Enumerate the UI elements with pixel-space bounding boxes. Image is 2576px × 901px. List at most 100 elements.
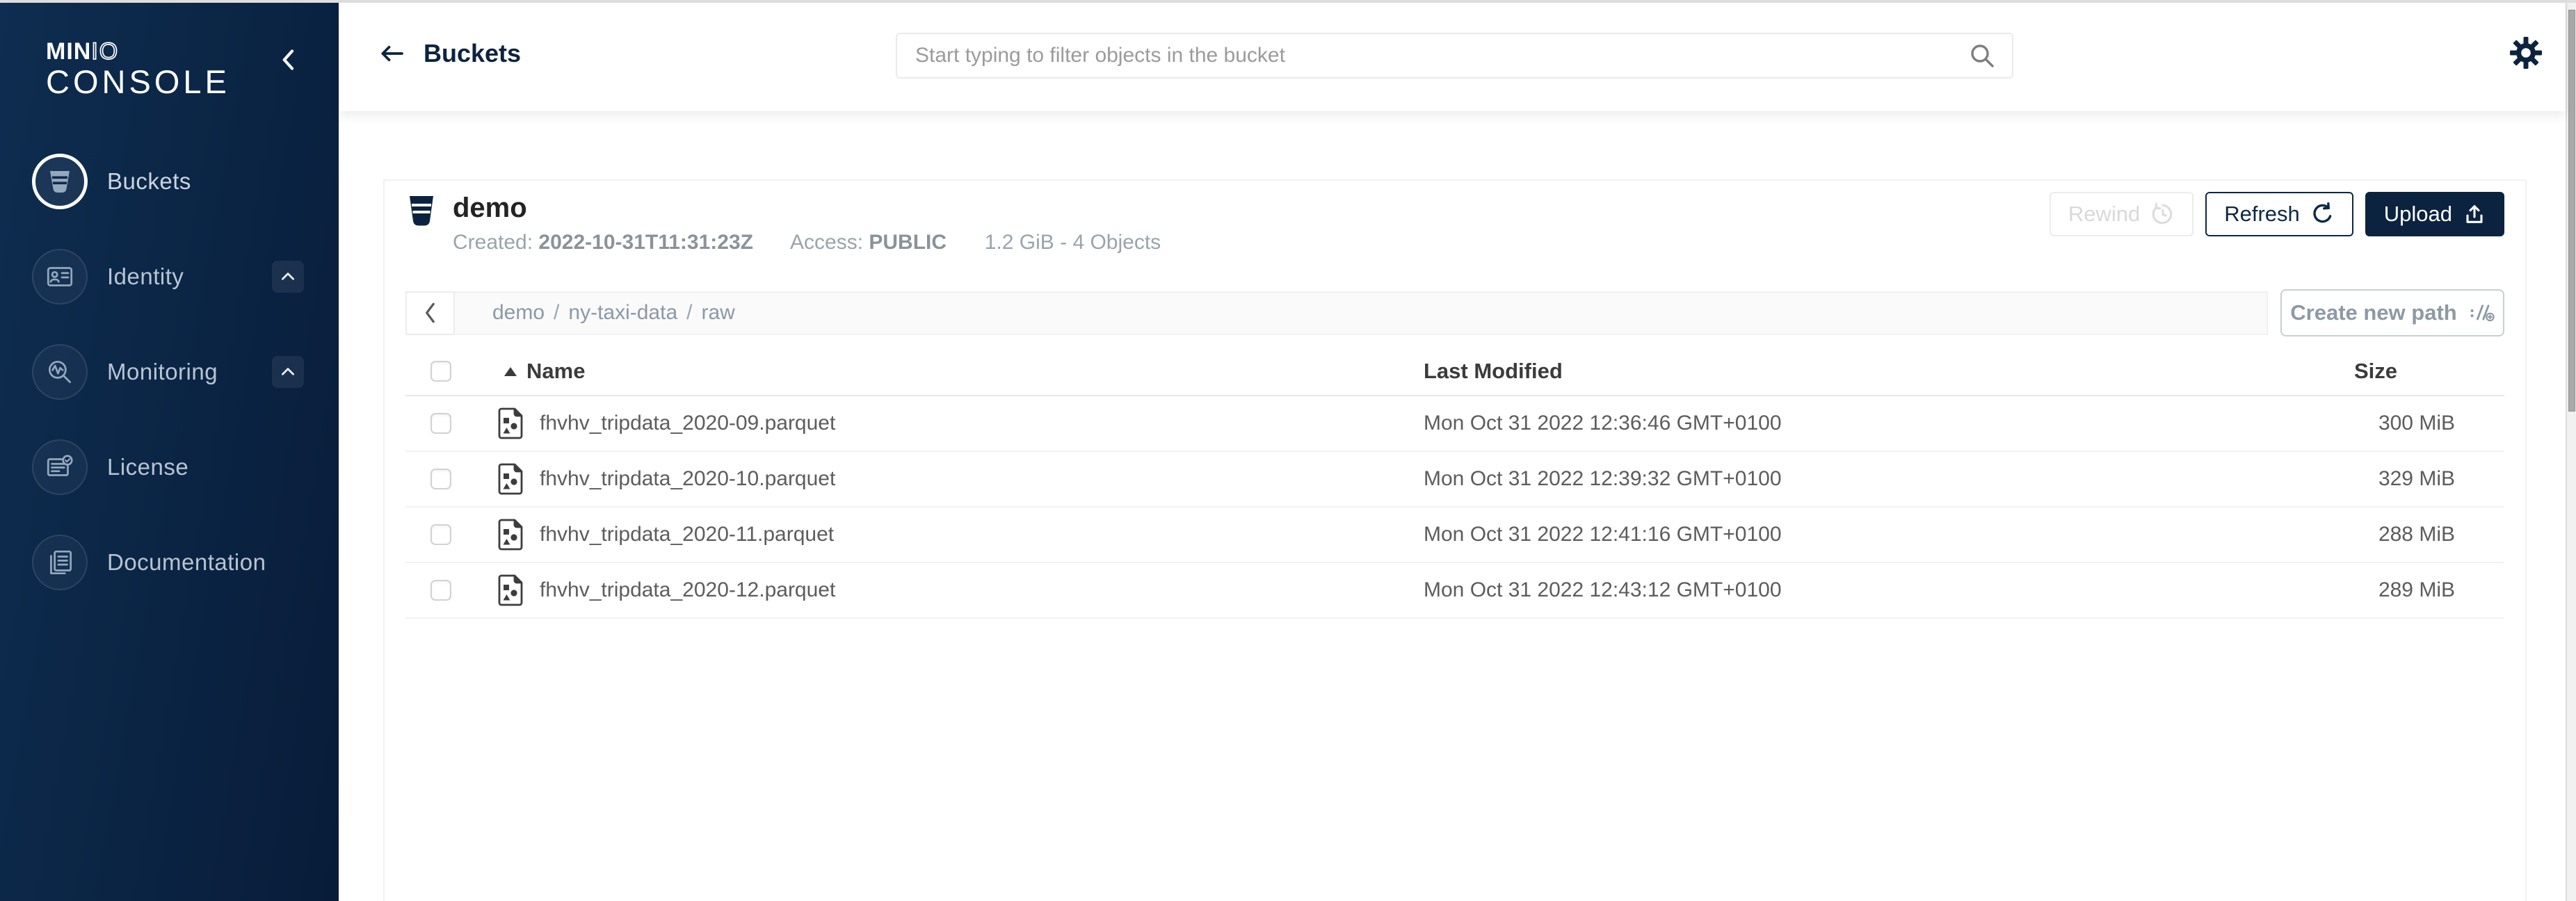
object-name[interactable]: fhvhv_tripdata_2020-12.parquet — [540, 578, 835, 602]
sort-asc-icon — [504, 367, 517, 376]
sidebar-item-buckets[interactable]: Buckets — [0, 148, 339, 215]
table-row[interactable]: fhvhv_tripdata_2020-10.parquet Mon Oct 3… — [405, 452, 2504, 508]
bucket-icon — [408, 195, 435, 227]
access-value: PUBLIC — [869, 231, 947, 254]
breadcrumb-segment[interactable]: ny-taxi-data — [568, 301, 677, 325]
sidebar-item-label: Buckets — [107, 168, 304, 195]
breadcrumb-separator: / — [686, 301, 692, 325]
object-last-modified: Mon Oct 31 2022 12:43:12 GMT+0100 — [1424, 578, 2171, 602]
chevron-left-icon — [278, 46, 299, 74]
column-header-name[interactable]: Name — [472, 359, 1424, 384]
scrollbar-thumb[interactable] — [2568, 10, 2575, 412]
row-checkbox[interactable] — [430, 580, 451, 601]
table-row[interactable]: fhvhv_tripdata_2020-11.parquet Mon Oct 3… — [405, 508, 2504, 563]
sidebar-item-identity[interactable]: Identity — [0, 243, 339, 310]
select-all-checkbox[interactable] — [430, 361, 451, 382]
arrow-left-icon — [378, 43, 405, 64]
sidebar-collapse-button[interactable] — [275, 46, 303, 74]
vertical-scrollbar — [2566, 3, 2576, 901]
object-size: 288 MiB — [2171, 523, 2504, 546]
created-value: 2022-10-31T11:31:23Z — [538, 231, 753, 254]
object-name[interactable]: fhvhv_tripdata_2020-10.parquet — [540, 467, 835, 491]
new-path-icon — [2470, 302, 2495, 323]
refresh-button[interactable]: Refresh — [2205, 192, 2353, 236]
breadcrumb-separator: / — [554, 301, 559, 325]
settings-button[interactable] — [2509, 36, 2543, 70]
path-back-button[interactable] — [405, 291, 455, 335]
bucket-icon — [32, 154, 88, 209]
breadcrumb: demo / ny-taxi-data / raw — [455, 291, 2268, 335]
sidebar: MINIO CONSOLE Buckets — [0, 3, 339, 901]
search-icon — [1967, 41, 1997, 70]
main-area: Buckets — [339, 3, 2566, 901]
object-size: 329 MiB — [2171, 467, 2504, 491]
parquet-file-icon — [497, 407, 524, 440]
object-name[interactable]: fhvhv_tripdata_2020-11.parquet — [540, 523, 834, 546]
chevron-up-icon[interactable] — [272, 261, 304, 293]
row-checkbox[interactable] — [430, 413, 451, 434]
bucket-actions: Rewind Refresh — [2050, 192, 2504, 236]
bucket-header: demo Created: 2022-10-31T11:31:23Z Acces… — [385, 181, 2525, 254]
rewind-clock-icon — [2151, 202, 2175, 226]
bucket-name: demo — [453, 192, 1161, 224]
rewind-label: Rewind — [2068, 202, 2140, 227]
table-header-row: Name Last Modified Size — [405, 348, 2504, 396]
bucket-browser-card: demo Created: 2022-10-31T11:31:23Z Acces… — [383, 179, 2527, 901]
documentation-icon — [32, 535, 88, 590]
monitoring-icon — [32, 344, 88, 400]
row-checkbox[interactable] — [430, 524, 451, 545]
gear-icon — [2509, 36, 2543, 70]
sidebar-menu: Buckets Identity — [0, 148, 339, 596]
object-size: 300 MiB — [2171, 412, 2504, 435]
sidebar-item-label: Documentation — [107, 549, 304, 576]
chevron-left-icon — [423, 301, 438, 325]
column-header-last-modified[interactable]: Last Modified — [1424, 359, 2171, 384]
chevron-up-icon[interactable] — [272, 356, 304, 388]
object-last-modified: Mon Oct 31 2022 12:36:46 GMT+0100 — [1424, 412, 2171, 435]
rewind-button[interactable]: Rewind — [2050, 192, 2193, 236]
page-title: Buckets — [424, 39, 521, 68]
table-row[interactable]: fhvhv_tripdata_2020-09.parquet Mon Oct 3… — [405, 396, 2504, 452]
object-name[interactable]: fhvhv_tripdata_2020-09.parquet — [540, 412, 835, 435]
parquet-file-icon — [497, 518, 524, 551]
breadcrumb-segment[interactable]: demo — [492, 301, 545, 325]
refresh-label: Refresh — [2224, 202, 2300, 227]
logo-min: MIN — [46, 38, 91, 65]
bucket-title-block: demo Created: 2022-10-31T11:31:23Z Acces… — [453, 192, 1161, 254]
sidebar-item-documentation[interactable]: Documentation — [0, 529, 339, 596]
sidebar-item-label: License — [107, 454, 304, 480]
object-rows: fhvhv_tripdata_2020-09.parquet Mon Oct 3… — [405, 396, 2504, 619]
logo-io: IO — [91, 38, 119, 65]
search-input[interactable] — [897, 34, 1967, 77]
sidebar-item-monitoring[interactable]: Monitoring — [0, 339, 339, 405]
sidebar-item-label: Monitoring — [107, 359, 272, 385]
breadcrumb-segment[interactable]: raw — [701, 301, 734, 325]
upload-tray-icon — [2463, 203, 2486, 225]
sidebar-item-license[interactable]: License — [0, 434, 339, 501]
table-row[interactable]: fhvhv_tripdata_2020-12.parquet Mon Oct 3… — [405, 563, 2504, 619]
path-navigation-row: demo / ny-taxi-data / raw Create new path — [405, 289, 2504, 336]
created-label: Created: — [453, 231, 533, 254]
upload-button[interactable]: Upload — [2365, 192, 2504, 236]
create-path-label: Create new path — [2290, 300, 2456, 325]
minio-console-logo: MINIO CONSOLE — [0, 3, 339, 99]
object-last-modified: Mon Oct 31 2022 12:41:16 GMT+0100 — [1424, 523, 2171, 546]
refresh-arrow-icon — [2311, 202, 2335, 226]
parquet-file-icon — [497, 462, 524, 496]
bucket-usage: 1.2 GiB - 4 Objects — [985, 231, 1161, 254]
back-to-buckets[interactable]: Buckets — [378, 39, 521, 68]
column-header-size[interactable]: Size — [2171, 359, 2504, 384]
create-new-path-button[interactable]: Create new path — [2280, 289, 2504, 336]
object-size: 289 MiB — [2171, 578, 2504, 602]
object-filter-search — [896, 33, 2013, 79]
license-icon — [32, 439, 88, 495]
access-label: Access: — [790, 231, 863, 254]
sidebar-item-label: Identity — [107, 263, 272, 290]
object-last-modified: Mon Oct 31 2022 12:39:32 GMT+0100 — [1424, 467, 2171, 491]
row-checkbox[interactable] — [430, 469, 451, 489]
upload-label: Upload — [2384, 202, 2452, 227]
objects-table: Name Last Modified Size fhvhv_tripdata_2… — [405, 348, 2504, 619]
topbar: Buckets — [339, 3, 2566, 111]
bucket-meta: Created: 2022-10-31T11:31:23Z Access: PU… — [453, 231, 1161, 254]
parquet-file-icon — [497, 574, 524, 607]
